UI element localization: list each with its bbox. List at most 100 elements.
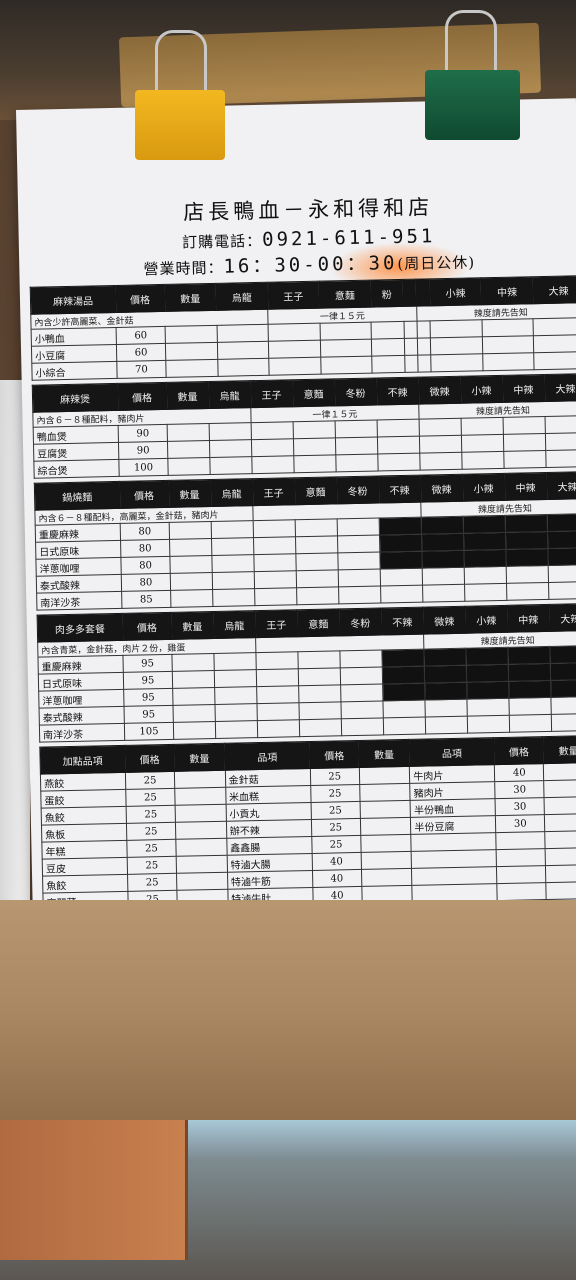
empty-cell xyxy=(481,318,534,337)
empty-cell xyxy=(547,547,576,566)
empty-cell xyxy=(505,531,548,550)
empty-cell xyxy=(209,422,252,441)
empty-cell xyxy=(545,415,576,434)
empty-cell xyxy=(213,652,257,671)
addon-name: 蛋餃 xyxy=(40,789,127,809)
empty-cell xyxy=(320,356,373,375)
addon-price: 25 xyxy=(126,822,176,841)
empty-cell xyxy=(174,770,226,789)
empty-cell xyxy=(211,520,254,539)
empty-cell xyxy=(254,587,297,606)
column-header: 小辣 xyxy=(429,277,482,306)
addon-name: 金針菇 xyxy=(225,768,311,788)
empty-cell xyxy=(507,646,551,665)
empty-cell xyxy=(546,881,576,900)
empty-cell xyxy=(547,530,576,549)
addon-price: 25 xyxy=(126,805,176,824)
item-price: 90 xyxy=(118,424,168,443)
addon-price: 25 xyxy=(127,873,177,892)
item-price: 85 xyxy=(121,590,171,609)
empty-cell xyxy=(172,687,215,706)
empty-cell xyxy=(416,320,431,339)
section-title: 麻辣湯品 xyxy=(30,285,116,315)
column-header: 不辣 xyxy=(376,377,419,406)
empty-cell xyxy=(463,532,506,551)
column-header: 品項 xyxy=(409,737,495,767)
empty-cell xyxy=(419,435,462,454)
empty-cell xyxy=(165,342,218,361)
empty-cell xyxy=(482,335,535,354)
menu-content: 店長鴨血－永和得和店 訂購電話：0921-611-951 營業時間：16：30-… xyxy=(28,188,576,911)
addon-name: 辦不辣 xyxy=(226,819,312,839)
addon-price: 30 xyxy=(495,814,546,833)
empty-cell xyxy=(377,453,421,471)
item-price: 80 xyxy=(120,539,170,558)
item-name: 鴨血煲 xyxy=(33,425,119,445)
empty-cell xyxy=(256,685,299,704)
column-header: 大辣 xyxy=(532,275,576,304)
empty-cell xyxy=(256,668,299,687)
empty-cell xyxy=(379,517,422,535)
addon-price: 25 xyxy=(311,818,361,837)
empty-cell xyxy=(335,453,379,472)
empty-cell xyxy=(165,325,217,344)
empty-cell xyxy=(545,830,576,849)
empty-cell xyxy=(381,649,425,667)
column-header: 價格 xyxy=(119,480,169,509)
column-header: 中辣 xyxy=(506,604,550,633)
empty-cell xyxy=(319,322,372,341)
empty-cell xyxy=(298,684,341,703)
column-header: 中辣 xyxy=(502,374,545,403)
empty-cell xyxy=(466,664,509,683)
empty-cell xyxy=(268,323,320,342)
empty-cell xyxy=(551,713,576,732)
empty-cell xyxy=(167,457,211,476)
column-header: 數量 xyxy=(166,381,209,410)
item-name: 洋蔥咖哩 xyxy=(38,689,125,709)
column-header: 冬粉 xyxy=(339,607,382,636)
empty-cell xyxy=(423,648,467,667)
addon-name: 鑫鑫腸 xyxy=(226,836,312,856)
empty-cell xyxy=(548,581,576,600)
item-name: 南洋沙茶 xyxy=(39,723,125,743)
addon-name: 燕餃 xyxy=(40,772,126,792)
empty-cell xyxy=(421,533,464,552)
item-name: 洋蔥咖哩 xyxy=(35,557,122,577)
empty-cell xyxy=(544,796,576,815)
empty-cell xyxy=(169,555,213,574)
column-header: 冬粉 xyxy=(334,378,377,406)
addon-name: 特滷大腸 xyxy=(226,853,313,873)
addon-name: 半份鴨血 xyxy=(410,798,496,818)
empty-cell xyxy=(533,334,576,353)
empty-cell xyxy=(383,717,426,735)
empty-cell xyxy=(335,420,378,438)
addon-price: 25 xyxy=(310,801,361,820)
item-name: 泰式酸辣 xyxy=(36,574,122,594)
empty-cell xyxy=(167,440,210,459)
phone-label: 訂購電話： xyxy=(181,231,263,252)
empty-cell xyxy=(549,645,576,664)
empty-cell xyxy=(508,697,552,716)
addon-price: 25 xyxy=(311,835,361,854)
empty-cell xyxy=(548,564,576,583)
column-header: 意麵 xyxy=(292,378,335,407)
section-title: 鍋燒麵 xyxy=(34,481,120,511)
column-header: 不辣 xyxy=(378,475,421,503)
empty-cell xyxy=(461,434,504,453)
empty-cell xyxy=(176,872,228,891)
empty-cell xyxy=(360,817,412,836)
item-name: 小鴨血 xyxy=(31,327,117,347)
empty-cell xyxy=(170,572,213,591)
item-price: 95 xyxy=(122,654,173,673)
item-price: 90 xyxy=(118,441,168,460)
empty-cell xyxy=(341,717,384,736)
empty-cell xyxy=(170,589,213,608)
column-header: 數量 xyxy=(173,743,226,772)
empty-cell xyxy=(214,703,258,722)
addon-name: 年糕 xyxy=(41,840,128,860)
empty-cell xyxy=(466,681,509,700)
empty-cell xyxy=(543,762,576,781)
empty-cell xyxy=(212,588,255,607)
empty-cell xyxy=(431,353,483,372)
menu-section-table: 肉多多套餐 價格 數量 烏龍 王子 意麵 冬粉 不辣 微辣 小辣 中辣 大辣 內含青菜，金針菇，肉片２份… xyxy=(37,603,576,743)
